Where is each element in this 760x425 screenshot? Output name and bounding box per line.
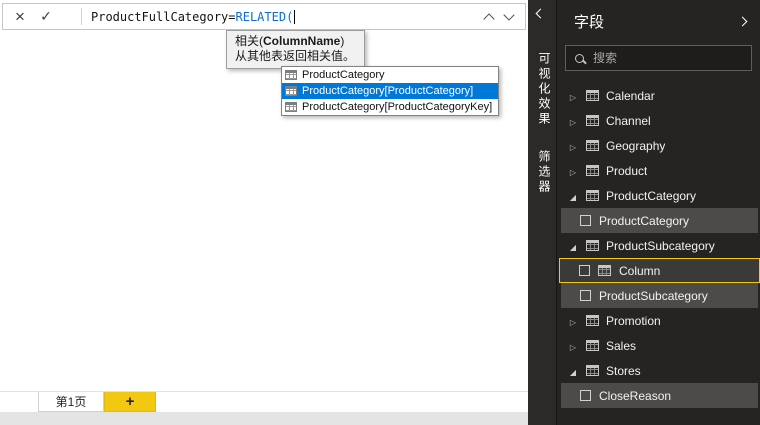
autocomplete-label: ProductCategory <box>302 69 385 81</box>
field-item-productcategory[interactable]: ProductCategory <box>561 208 758 233</box>
table-icon <box>285 102 297 112</box>
table-label: Geography <box>606 139 665 153</box>
tree-item-productsubcategory[interactable]: ProductSubcategory <box>557 233 760 258</box>
table-icon <box>586 90 599 101</box>
field-label: ProductSubcategory <box>599 289 708 303</box>
tree-item-calendar[interactable]: Calendar <box>557 83 760 108</box>
page-tab-bar: 第1页 + <box>0 391 528 412</box>
autocomplete-item-selected[interactable]: ProductCategory[ProductCategory] <box>282 83 498 99</box>
page-tab[interactable]: 第1页 <box>38 392 104 412</box>
formula-keyword: RELATED( <box>236 10 294 24</box>
table-label: Stores <box>606 364 641 378</box>
expand-triangle-icon[interactable] <box>567 115 579 127</box>
tree-item-stores[interactable]: Stores <box>557 358 760 383</box>
expand-triangle-icon[interactable] <box>567 315 579 327</box>
table-icon <box>586 140 599 151</box>
expand-triangle-icon[interactable] <box>567 340 579 352</box>
table-label: Promotion <box>606 314 661 328</box>
field-checkbox[interactable] <box>579 265 590 276</box>
table-icon <box>586 240 599 251</box>
text-caret <box>294 10 295 24</box>
autocomplete-item[interactable]: ProductCategory[ProductCategoryKey] <box>282 99 498 115</box>
table-icon <box>586 190 599 201</box>
table-icon <box>586 165 599 176</box>
tooltip-fn-param: ColumnName <box>263 34 340 48</box>
collapse-triangle-icon[interactable] <box>567 240 579 252</box>
tree-item-channel[interactable]: Channel <box>557 108 760 133</box>
commit-button[interactable]: ✓ <box>33 4 59 29</box>
add-page-button[interactable]: + <box>104 392 156 412</box>
tree-item-productcategory[interactable]: ProductCategory <box>557 183 760 208</box>
field-item-column[interactable]: Column <box>559 258 760 283</box>
fields-pane: 字段 Calendar Channel Geography <box>556 0 760 425</box>
search-icon <box>575 54 584 63</box>
formula-text: ProductFullCategory= <box>91 10 236 24</box>
chevron-right-icon[interactable] <box>738 17 748 27</box>
tooltip-fn-close: ) <box>340 34 344 48</box>
table-label: Sales <box>606 339 636 353</box>
table-icon <box>285 86 297 96</box>
formula-bar: × ✓ ProductFullCategory=RELATED( <box>2 3 526 30</box>
field-item-closereason[interactable]: CloseReason <box>561 383 758 408</box>
expand-triangle-icon[interactable] <box>567 140 579 152</box>
calculated-column-icon <box>598 265 611 276</box>
tooltip-signature: 相关(ColumnName) <box>235 34 355 49</box>
field-label: CloseReason <box>599 389 671 403</box>
field-checkbox[interactable] <box>580 290 591 301</box>
autocomplete-item[interactable]: ProductCategory <box>282 67 498 83</box>
fields-tree: Calendar Channel Geography Product P <box>557 83 760 408</box>
autocomplete-label: ProductCategory[ProductCategory] <box>302 85 473 97</box>
table-icon <box>586 115 599 126</box>
table-label: ProductCategory <box>606 189 696 203</box>
field-item-productsubcategory[interactable]: ProductSubcategory <box>561 283 758 308</box>
fields-pane-header: 字段 <box>557 0 760 41</box>
powerbi-window: × ✓ ProductFullCategory=RELATED( 相关(Colu… <box>0 0 760 425</box>
field-label: ProductCategory <box>599 214 689 228</box>
tree-item-product[interactable]: Product <box>557 158 760 183</box>
collapse-triangle-icon[interactable] <box>567 190 579 202</box>
tree-item-promotion[interactable]: Promotion <box>557 308 760 333</box>
chevron-left-icon <box>536 9 546 19</box>
expand-triangle-icon[interactable] <box>567 165 579 177</box>
collapse-triangle-icon[interactable] <box>567 365 579 377</box>
formula-bar-divider <box>81 8 82 25</box>
chevron-up-icon[interactable] <box>483 13 494 24</box>
chevron-down-icon[interactable] <box>503 9 514 20</box>
table-icon <box>586 340 599 351</box>
filters-strip-label[interactable]: 筛选器 <box>536 150 553 195</box>
autocomplete-dropdown: ProductCategory ProductCategory[ProductC… <box>281 66 499 116</box>
table-label: Product <box>606 164 647 178</box>
search-input[interactable] <box>593 51 733 65</box>
search-box[interactable] <box>565 45 752 71</box>
expand-triangle-icon[interactable] <box>567 90 579 102</box>
tree-item-sales[interactable]: Sales <box>557 333 760 358</box>
table-icon <box>586 365 599 376</box>
fields-pane-title: 字段 <box>574 11 604 32</box>
table-label: Calendar <box>606 89 655 103</box>
visualizations-strip-label[interactable]: 可视化效果 <box>536 52 553 127</box>
table-label: Channel <box>606 114 651 128</box>
tooltip-fn-name: 相关( <box>235 34 263 48</box>
collapsed-panes-strip: 可视化效果 筛选器 <box>528 0 556 425</box>
formula-bar-expand-controls <box>485 11 525 23</box>
field-checkbox[interactable] <box>580 215 591 226</box>
field-checkbox[interactable] <box>580 390 591 401</box>
table-icon <box>285 70 297 80</box>
field-label: Column <box>619 264 660 278</box>
autocomplete-label: ProductCategory[ProductCategoryKey] <box>302 101 492 113</box>
collapse-pane-button[interactable] <box>537 10 544 17</box>
formula-input[interactable]: ProductFullCategory=RELATED( <box>91 10 295 24</box>
cancel-button[interactable]: × <box>7 4 33 29</box>
tooltip-description: 从其他表返回相关值。 <box>235 49 355 64</box>
horizontal-scrollbar-track[interactable] <box>0 412 528 425</box>
intellisense-tooltip: 相关(ColumnName) 从其他表返回相关值。 <box>226 30 365 69</box>
tree-item-geography[interactable]: Geography <box>557 133 760 158</box>
table-icon <box>586 315 599 326</box>
table-label: ProductSubcategory <box>606 239 715 253</box>
